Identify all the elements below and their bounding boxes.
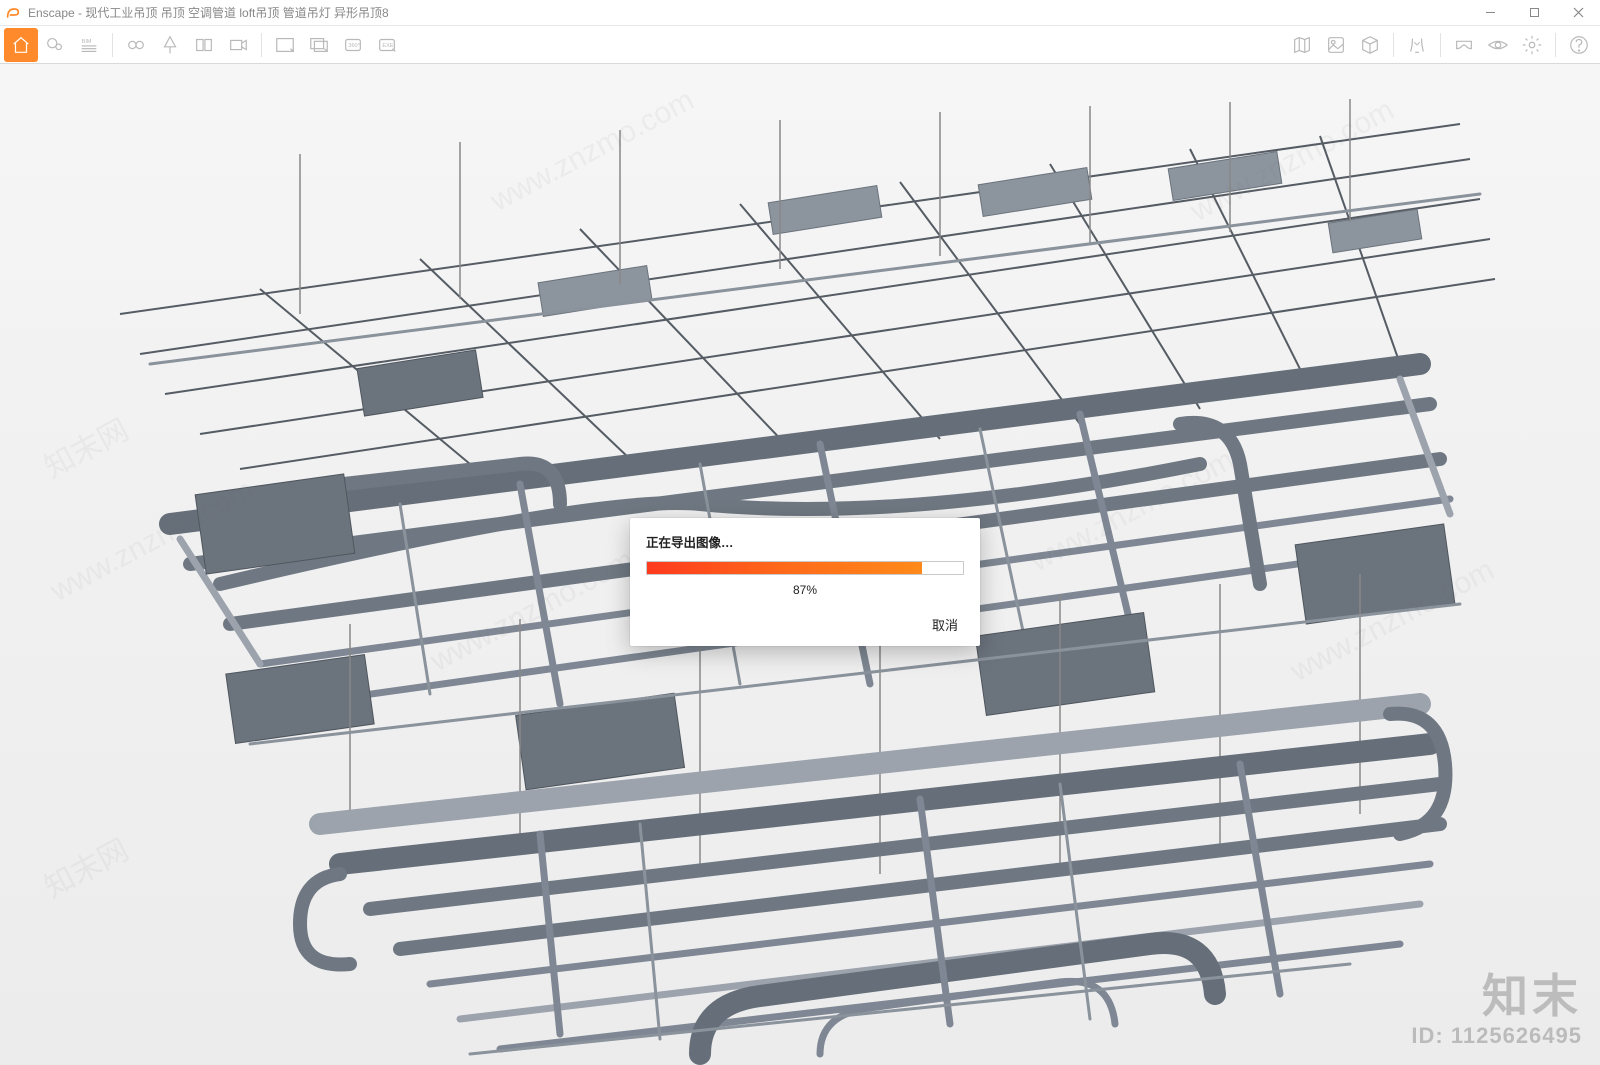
- batch-render-button[interactable]: [302, 28, 336, 62]
- visibility-button[interactable]: [1481, 28, 1515, 62]
- map-button[interactable]: [1285, 28, 1319, 62]
- view-presets-button[interactable]: [1400, 28, 1434, 62]
- export-progress-dialog: 正在导出图像… 87% 取消: [630, 518, 980, 646]
- cancel-button[interactable]: 取消: [926, 614, 964, 637]
- settings-button[interactable]: [1515, 28, 1549, 62]
- orthographic-view-button[interactable]: [187, 28, 221, 62]
- app-name: Enscape: [28, 6, 75, 20]
- svg-text:EXE: EXE: [382, 42, 393, 48]
- panorama-button[interactable]: 360°: [336, 28, 370, 62]
- favorite-views-button[interactable]: [38, 28, 72, 62]
- toolbar-separator: [1555, 33, 1556, 57]
- dialog-title: 正在导出图像…: [646, 532, 964, 551]
- document-title: 现代工业吊顶 吊顶 空调管道 loft吊顶 管道吊灯 异形吊顶8: [85, 6, 388, 20]
- main-toolbar: BIM 360° EXE: [0, 26, 1600, 64]
- video-path-button[interactable]: [221, 28, 255, 62]
- window-minimize-button[interactable]: [1468, 0, 1512, 26]
- window-maximize-button[interactable]: [1512, 0, 1556, 26]
- asset-library-button[interactable]: [1319, 28, 1353, 62]
- progress-percentage: 87%: [646, 583, 964, 597]
- toolbar-separator: [1440, 33, 1441, 57]
- bim-info-button[interactable]: BIM: [72, 28, 106, 62]
- progress-bar: [646, 561, 964, 575]
- help-button[interactable]: [1562, 28, 1596, 62]
- window-title: Enscape - 现代工业吊顶 吊顶 空调管道 loft吊顶 管道吊灯 异形吊…: [26, 4, 389, 21]
- window-titlebar: Enscape - 现代工业吊顶 吊顶 空调管道 loft吊顶 管道吊灯 异形吊…: [0, 0, 1600, 26]
- svg-text:360°: 360°: [348, 42, 359, 48]
- title-separator: -: [75, 6, 86, 20]
- isometric-view-button[interactable]: [1353, 28, 1387, 62]
- render-viewport[interactable]: 知末网 www.znzmo.com www.znzmo.com www.znzm…: [0, 64, 1600, 1065]
- toolbar-separator: [112, 33, 113, 57]
- walk-mode-button[interactable]: [119, 28, 153, 62]
- toolbar-separator: [261, 33, 262, 57]
- svg-text:BIM: BIM: [82, 39, 92, 45]
- toolbar-separator: [1393, 33, 1394, 57]
- home-button[interactable]: [4, 28, 38, 62]
- app-logo-icon: [0, 0, 26, 26]
- screenshot-button[interactable]: [268, 28, 302, 62]
- window-close-button[interactable]: [1556, 0, 1600, 26]
- exe-export-button[interactable]: EXE: [370, 28, 404, 62]
- vr-headset-button[interactable]: [1447, 28, 1481, 62]
- fly-mode-button[interactable]: [153, 28, 187, 62]
- progress-bar-fill: [647, 562, 922, 574]
